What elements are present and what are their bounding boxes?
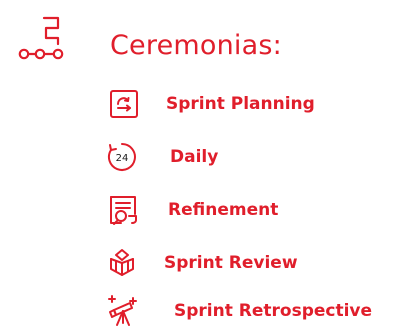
ceremony-item-sprint-retrospective: Sprint Retrospective	[106, 293, 406, 329]
page-title: Ceremonias:	[110, 30, 282, 61]
ceremony-item-sprint-review: Sprint Review	[106, 247, 406, 283]
sprint-planning-icon	[108, 88, 140, 120]
ceremony-item-daily: 24 Daily	[106, 141, 406, 177]
ceremony-item-refinement: Refinement	[106, 194, 406, 230]
telescope-icon	[106, 293, 138, 326]
ceremony-label: Refinement	[168, 200, 279, 220]
ceremony-label: Sprint Retrospective	[174, 301, 373, 321]
gift-box-icon	[106, 247, 138, 279]
ceremony-label: Sprint Review	[164, 253, 298, 273]
clock-24-icon: 24	[106, 141, 138, 173]
workflow-steps-icon	[18, 14, 70, 60]
clock-text: 24	[116, 153, 129, 164]
ceremony-label: Sprint Planning	[166, 94, 315, 114]
ceremony-item-sprint-planning: Sprint Planning	[106, 88, 406, 124]
document-search-icon	[108, 194, 140, 226]
ceremony-label: Daily	[170, 147, 219, 167]
